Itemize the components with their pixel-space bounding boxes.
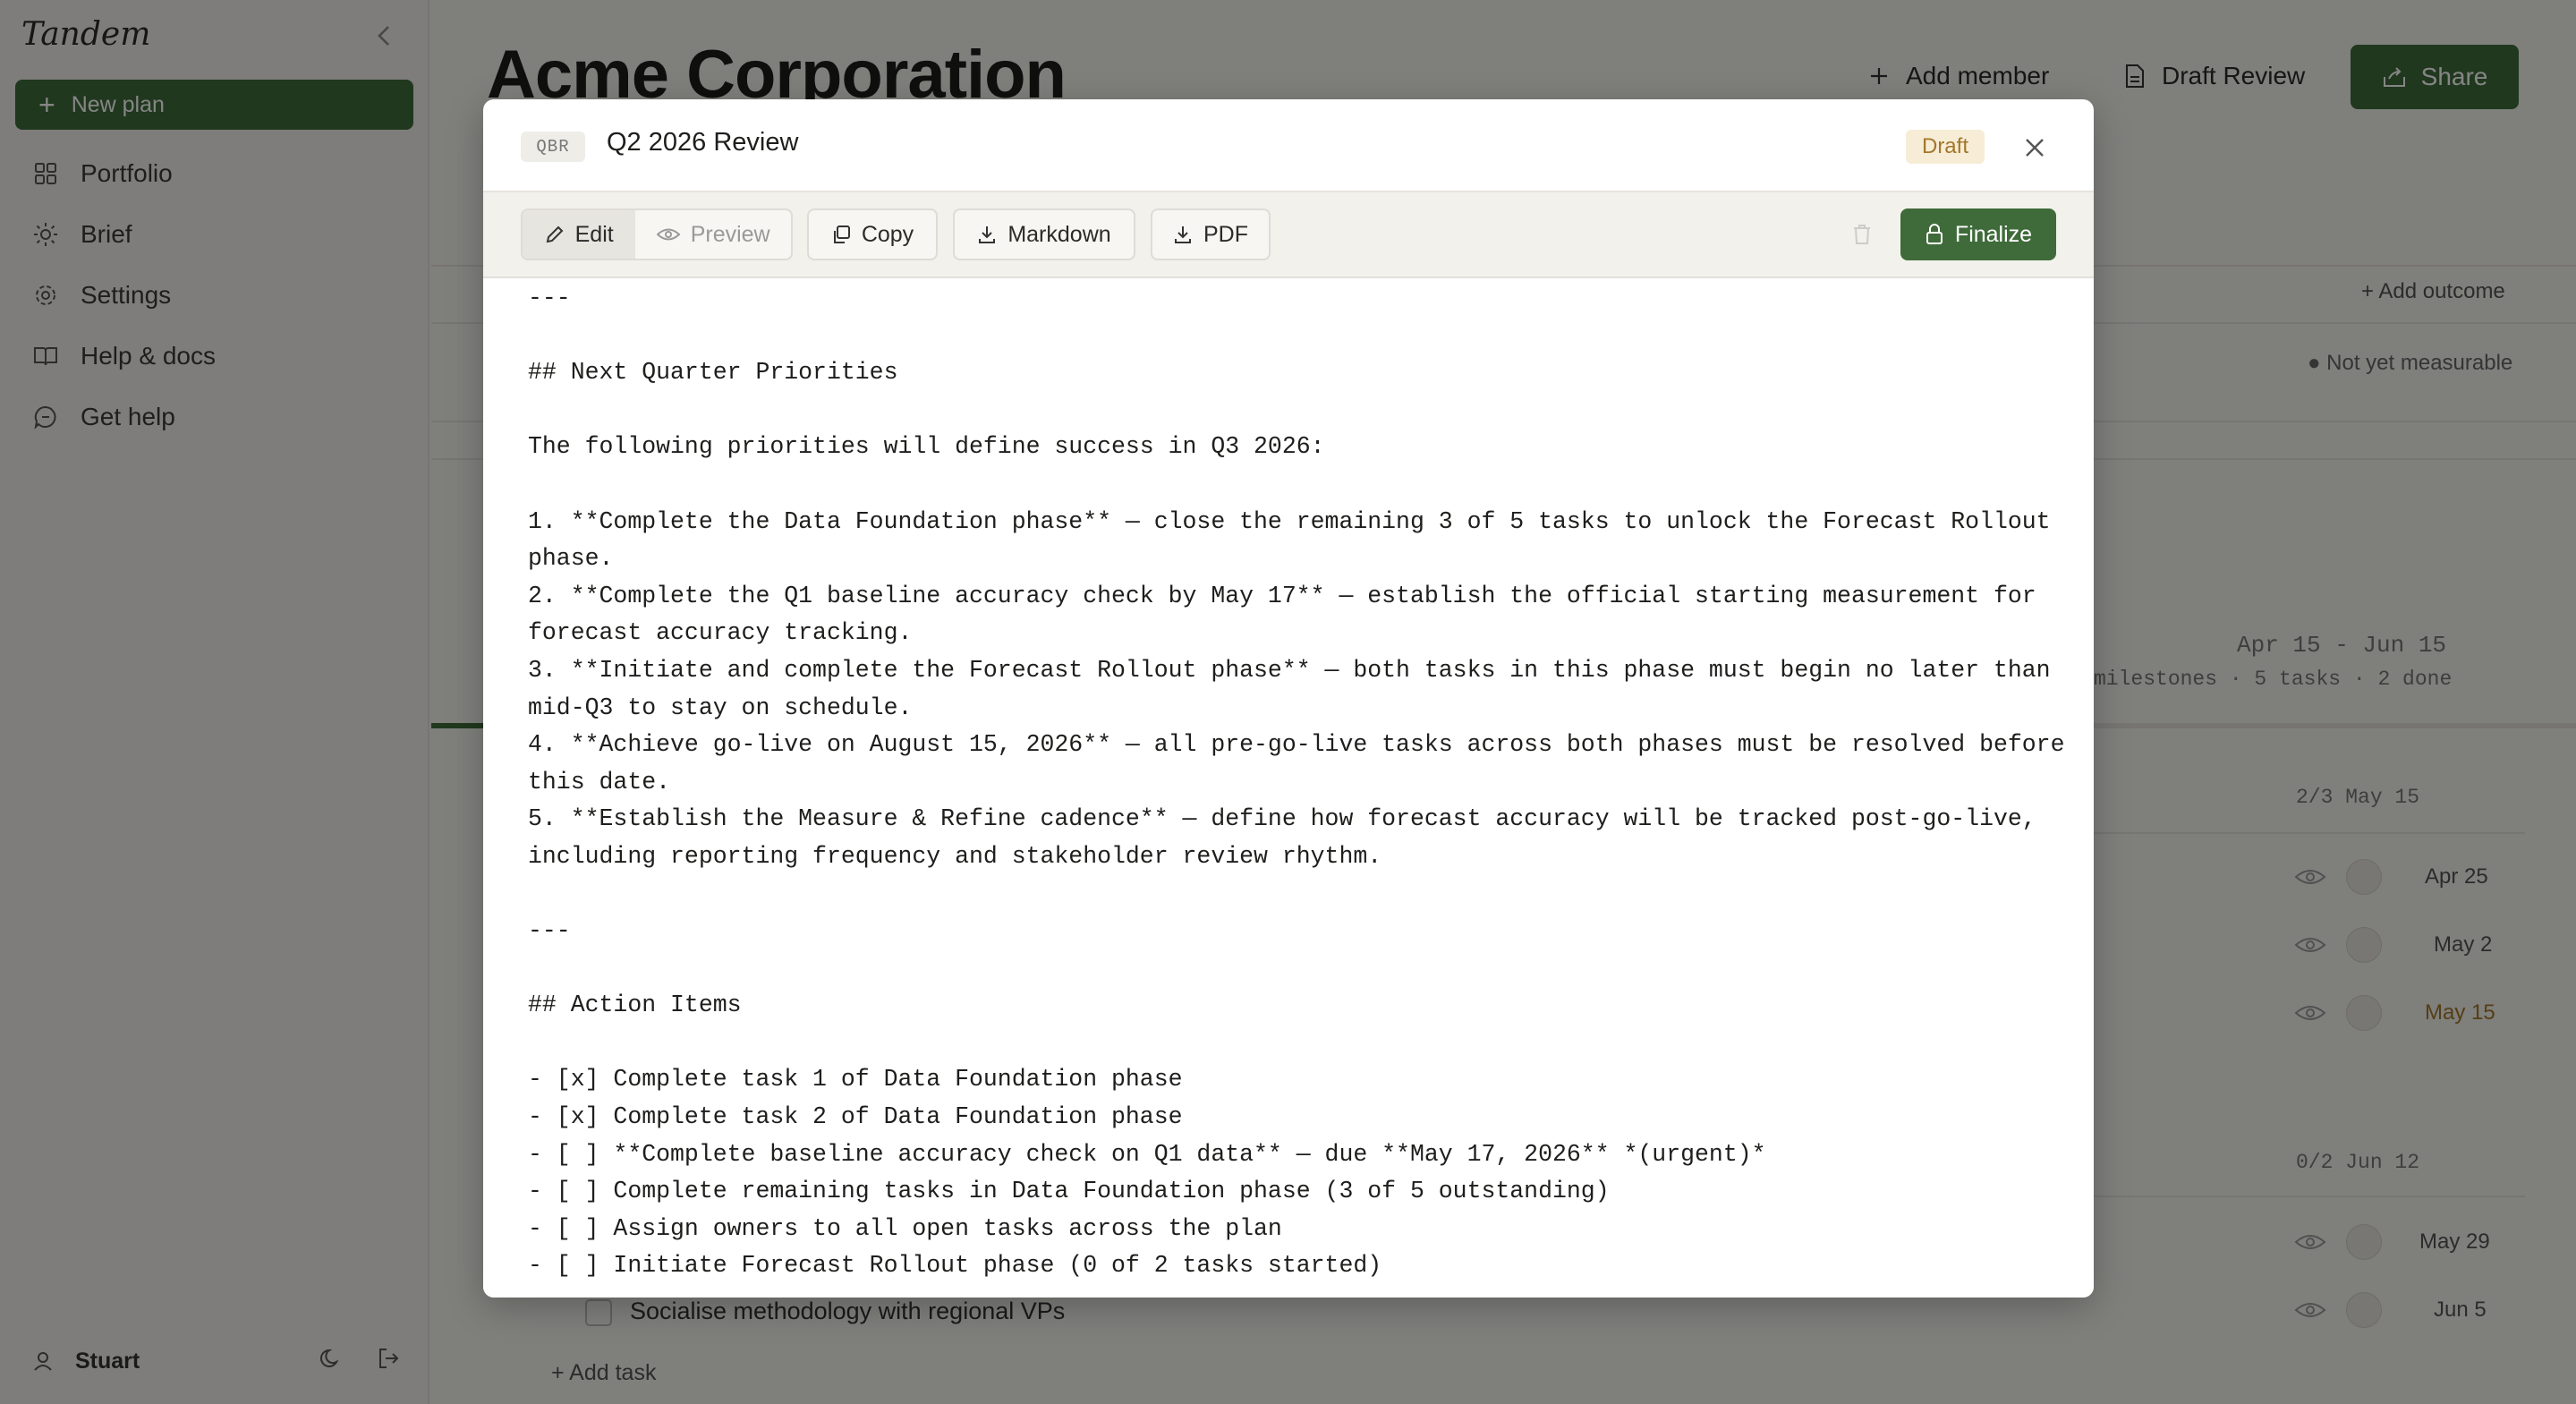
mode-toggle: Edit Preview (521, 208, 793, 260)
edit-mode-button[interactable]: Edit (523, 210, 636, 259)
editor-line[interactable]: ## Action Items (528, 987, 2067, 1025)
editor-line[interactable]: 2. **Complete the Q1 baseline accuracy c… (528, 578, 2067, 616)
copy-label: Copy (861, 221, 914, 247)
trash-icon (1854, 225, 1870, 244)
editor-line[interactable]: including reporting frequency and stakeh… (528, 838, 2067, 876)
modal-header: QBR Q2 2026 Review Draft (483, 99, 2094, 192)
finalize-button[interactable]: Finalize (1900, 208, 2056, 260)
editor-line[interactable] (528, 1025, 2067, 1062)
editor-line[interactable]: phase. (528, 540, 2067, 578)
editor-line[interactable]: The following priorities will define suc… (528, 429, 2067, 466)
editor-line[interactable]: 4. **Achieve go-live on August 15, 2026*… (528, 727, 2067, 764)
editor-line[interactable]: forecast accuracy tracking. (528, 615, 2067, 652)
modal-title: Q2 2026 Review (607, 128, 799, 157)
editor-line[interactable]: - [ ] Assign owners to all open tasks ac… (528, 1211, 2067, 1248)
editor-toolbar: Edit Preview Copy Markdown PDF Finalize (483, 192, 2094, 278)
editor-line[interactable]: - [x] Complete task 2 of Data Foundation… (528, 1099, 2067, 1136)
markdown-label: Markdown (1007, 221, 1111, 247)
pdf-label: PDF (1203, 221, 1248, 247)
close-button[interactable] (2017, 130, 2053, 166)
editor-line[interactable]: - [ ] Complete remaining tasks in Data F… (528, 1173, 2067, 1211)
editor-line[interactable]: - [x] Complete task 1 of Data Foundation… (528, 1061, 2067, 1099)
download-icon (977, 225, 997, 244)
eye-icon (656, 226, 680, 243)
edit-label: Edit (574, 221, 614, 247)
lock-icon (1925, 224, 1944, 245)
editor-line[interactable] (528, 466, 2067, 504)
document-type-tag: QBR (521, 132, 585, 162)
editor-line[interactable]: - [ ] Initiate Forecast Rollout phase (0… (528, 1247, 2067, 1285)
editor-text[interactable]: --- ## Next Quarter Priorities The followi… (528, 280, 2067, 1285)
download-markdown-button[interactable]: Markdown (953, 208, 1135, 260)
pencil-icon (545, 225, 565, 244)
editor-line[interactable] (528, 876, 2067, 914)
editor-line[interactable]: mid-Q3 to stay on schedule. (528, 690, 2067, 728)
editor-line[interactable] (528, 392, 2067, 430)
editor-line[interactable]: --- (528, 913, 2067, 950)
copy-icon (831, 225, 851, 244)
close-icon (2026, 139, 2044, 157)
editor-line[interactable]: --- (528, 280, 2067, 318)
finalize-label: Finalize (1954, 221, 2033, 247)
delete-button[interactable] (1847, 219, 1877, 250)
editor-line[interactable]: - [ ] **Complete baseline accuracy check… (528, 1136, 2067, 1174)
markdown-editor[interactable]: --- ## Next Quarter Priorities The followi… (483, 280, 2094, 1298)
status-badge: Draft (1906, 130, 1985, 164)
editor-line[interactable]: this date. (528, 764, 2067, 802)
download-pdf-button[interactable]: PDF (1151, 208, 1271, 260)
editor-line[interactable]: ## Next Quarter Priorities (528, 354, 2067, 392)
download-icon (1173, 225, 1193, 244)
copy-button[interactable]: Copy (807, 208, 938, 260)
editor-line[interactable] (528, 950, 2067, 988)
preview-mode-button[interactable]: Preview (635, 210, 791, 259)
preview-label: Preview (690, 221, 770, 247)
editor-line[interactable] (528, 318, 2067, 355)
editor-line[interactable]: 1. **Complete the Data Foundation phase*… (528, 504, 2067, 541)
editor-line[interactable]: 5. **Establish the Measure & Refine cade… (528, 801, 2067, 838)
review-editor-modal: QBR Q2 2026 Review Draft Edit Preview Co… (483, 99, 2094, 1298)
editor-line[interactable]: 3. **Initiate and complete the Forecast … (528, 652, 2067, 690)
